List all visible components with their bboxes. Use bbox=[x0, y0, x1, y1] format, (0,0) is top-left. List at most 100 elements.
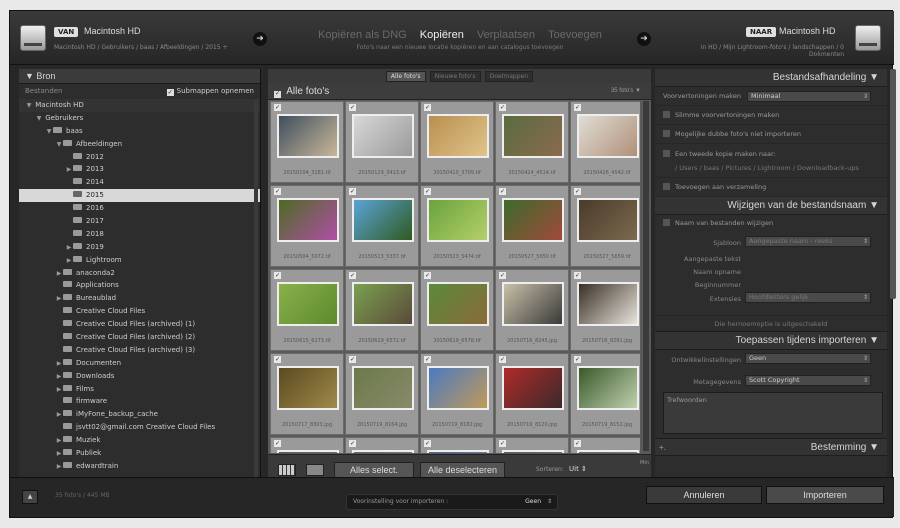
select-all-button[interactable]: Alles select. bbox=[334, 462, 414, 478]
mode-move[interactable]: Verplaatsen bbox=[477, 29, 535, 41]
mode-copy[interactable]: Kopiëren bbox=[420, 29, 464, 41]
loupe-view-icon[interactable] bbox=[306, 464, 324, 476]
import-preset-select[interactable]: Voorinstelling voor importeren : Geen bbox=[346, 494, 558, 510]
folder-row[interactable]: ▶ 2019 bbox=[19, 241, 260, 254]
photo-thumbnail[interactable]: ✓ 20150424_4514.tif bbox=[495, 101, 569, 183]
photo-checkbox[interactable]: ✓ bbox=[349, 104, 356, 111]
drive-row[interactable]: ▼ Macintosh HD bbox=[19, 99, 260, 112]
develop-select[interactable]: Geen bbox=[745, 353, 871, 364]
second-copy-checkbox[interactable] bbox=[663, 150, 670, 157]
apply-header[interactable]: Toepassen tijdens importeren ▼ bbox=[655, 332, 887, 350]
photo-thumbnail[interactable]: ✓ 20150717_8303.jpg bbox=[270, 353, 344, 435]
photo-checkbox[interactable]: ✓ bbox=[574, 272, 581, 279]
photo-checkbox[interactable]: ✓ bbox=[574, 104, 581, 111]
photo-thumbnail[interactable]: ✓ 20150719_8152.jpg bbox=[570, 353, 640, 435]
source-name[interactable]: Macintosh HD bbox=[84, 26, 141, 36]
photo-checkbox[interactable]: ✓ bbox=[499, 356, 506, 363]
options-scrollbar[interactable] bbox=[890, 69, 896, 299]
photo-thumbnail[interactable]: ✓ 20150527_5659.tif bbox=[570, 185, 640, 267]
folder-row[interactable]: Applications bbox=[19, 279, 260, 292]
photo-checkbox[interactable]: ✓ bbox=[274, 272, 281, 279]
keywords-field[interactable]: Trefwoorden bbox=[663, 392, 883, 434]
smart-previews-row[interactable]: Slimme voorvertoningen maken bbox=[655, 106, 887, 125]
photo-checkbox[interactable]: ✓ bbox=[349, 440, 356, 447]
photo-thumbnail[interactable]: ✓ 20150619_6572.tif bbox=[345, 269, 419, 351]
second-copy-path[interactable]: / Users / baas / Pictures / Lightroom / … bbox=[663, 164, 859, 172]
photo-checkbox[interactable]: ✓ bbox=[349, 272, 356, 279]
folder-row[interactable]: Creative Cloud Files (archived) (3) bbox=[19, 344, 260, 357]
photo-thumbnail[interactable]: ✓ 20150513_5337.tif bbox=[345, 185, 419, 267]
grid-scrollbar[interactable] bbox=[643, 101, 649, 451]
import-button[interactable]: Importeren bbox=[766, 486, 884, 504]
photo-thumbnail[interactable]: ✓ 20150523_5474.tif bbox=[420, 185, 494, 267]
folder-row[interactable]: ▶ Bureaublad bbox=[19, 292, 260, 305]
folder-row[interactable]: 2017 bbox=[19, 215, 260, 228]
folder-row[interactable]: ▶ Publiek bbox=[19, 447, 260, 460]
folder-row[interactable]: firmware bbox=[19, 395, 260, 408]
add-icon[interactable]: +. bbox=[655, 439, 666, 457]
source-scrollbar[interactable] bbox=[254, 99, 258, 479]
photo-thumbnail[interactable]: ✓ bbox=[495, 437, 569, 453]
photo-checkbox[interactable]: ✓ bbox=[574, 356, 581, 363]
photo-thumbnail[interactable]: ✓ bbox=[270, 437, 344, 453]
folder-row[interactable]: 2018 bbox=[19, 228, 260, 241]
folder-row[interactable]: ▶ Documenten bbox=[19, 357, 260, 370]
folder-row[interactable]: ▼ baas bbox=[19, 125, 260, 138]
photo-checkbox[interactable]: ✓ bbox=[424, 440, 431, 447]
folder-row[interactable]: ▶ anaconda2 bbox=[19, 267, 260, 280]
previews-select[interactable]: Minimaal bbox=[747, 91, 871, 102]
source-panel-header[interactable]: ▼ Bron bbox=[19, 69, 260, 84]
file-handling-header[interactable]: Bestandsafhandeling ▼ bbox=[655, 69, 887, 87]
smart-previews-checkbox[interactable] bbox=[663, 111, 670, 118]
collapse-dialog-button[interactable]: ▲ bbox=[22, 490, 38, 504]
cancel-button[interactable]: Annuleren bbox=[646, 486, 762, 504]
folder-row[interactable]: Creative Cloud Files (archived) (2) bbox=[19, 331, 260, 344]
folder-row[interactable]: ▶ Films bbox=[19, 383, 260, 396]
folder-row[interactable]: ▶ edwardtrain bbox=[19, 460, 260, 473]
photo-checkbox[interactable]: ✓ bbox=[499, 440, 506, 447]
folder-row[interactable]: ▶ iMyFone_backup_cache bbox=[19, 408, 260, 421]
folder-row[interactable]: ▶ Downloads bbox=[19, 370, 260, 383]
photo-checkbox[interactable]: ✓ bbox=[424, 272, 431, 279]
rename-header[interactable]: Wijzigen van de bestandsnaam ▼ bbox=[655, 197, 887, 215]
add-collection-row[interactable]: Toevoegen aan verzameling bbox=[655, 178, 887, 197]
metadata-select[interactable]: Scott Copyright bbox=[745, 375, 871, 386]
folder-row[interactable]: Creative Cloud Files (archived) (1) bbox=[19, 318, 260, 331]
folder-row[interactable]: 2012 bbox=[19, 151, 260, 164]
template-select[interactable]: Aangepaste naam - reeks bbox=[745, 236, 871, 247]
photo-thumbnail[interactable]: ✓ 20150716_8291.jpg bbox=[570, 269, 640, 351]
photo-checkbox[interactable]: ✓ bbox=[274, 440, 281, 447]
folder-row[interactable]: ▶ Muziek bbox=[19, 434, 260, 447]
folder-row[interactable]: 2015 bbox=[19, 189, 260, 203]
include-subfolders-checkbox[interactable]: ✓ Submappen opnemen bbox=[166, 84, 254, 99]
photo-checkbox[interactable]: ✓ bbox=[574, 440, 581, 447]
folder-row[interactable]: 2014 bbox=[19, 176, 260, 189]
photo-thumbnail[interactable]: ✓ bbox=[420, 437, 494, 453]
photo-thumbnail[interactable]: ✓ 20150719_8182.jpg bbox=[420, 353, 494, 435]
photo-thumbnail[interactable]: ✓ 20150410_3709.tif bbox=[420, 101, 494, 183]
photo-thumbnail[interactable]: ✓ 20150719_8120.jpg bbox=[495, 353, 569, 435]
photo-thumbnail[interactable]: ✓ 20150504_5072.tif bbox=[270, 185, 344, 267]
no-duplicates-row[interactable]: Mogelijke dubbe foto's niet importeren bbox=[655, 125, 887, 144]
folder-row[interactable]: ▼ Afbeeldingen bbox=[19, 138, 260, 151]
destination-header[interactable]: +. Bestemming ▼ bbox=[655, 438, 887, 456]
filter-all-photos[interactable]: Alle foto's bbox=[385, 71, 426, 82]
folder-row[interactable]: 2016 bbox=[19, 202, 260, 215]
folder-row[interactable]: Creative Cloud Files bbox=[19, 305, 260, 318]
photo-checkbox[interactable]: ✓ bbox=[274, 104, 281, 111]
grid-view-icon[interactable] bbox=[278, 464, 296, 476]
disclosure-triangle-icon[interactable]: ▶ bbox=[55, 461, 63, 474]
photo-thumbnail[interactable]: ✓ 20150129_3413.tif bbox=[345, 101, 419, 183]
photo-thumbnail[interactable]: ✓ 20150615_6273.tif bbox=[270, 269, 344, 351]
photo-thumbnail[interactable]: ✓ 20150104_3181.tif bbox=[270, 101, 344, 183]
rename-files-row[interactable]: Naam van bestanden wijzigen bbox=[663, 219, 773, 227]
sort-select[interactable]: Uit ⇕ bbox=[569, 465, 587, 473]
photo-checkbox[interactable]: ✓ bbox=[274, 188, 281, 195]
photo-checkbox[interactable]: ✓ bbox=[574, 188, 581, 195]
photo-checkbox[interactable]: ✓ bbox=[499, 272, 506, 279]
photo-checkbox[interactable]: ✓ bbox=[349, 356, 356, 363]
photo-thumbnail[interactable]: ✓ 20150716_8245.jpg bbox=[495, 269, 569, 351]
photo-checkbox[interactable]: ✓ bbox=[499, 104, 506, 111]
photo-thumbnail[interactable]: ✓ 20150619_6578.tif bbox=[420, 269, 494, 351]
rename-files-checkbox[interactable] bbox=[663, 219, 670, 226]
